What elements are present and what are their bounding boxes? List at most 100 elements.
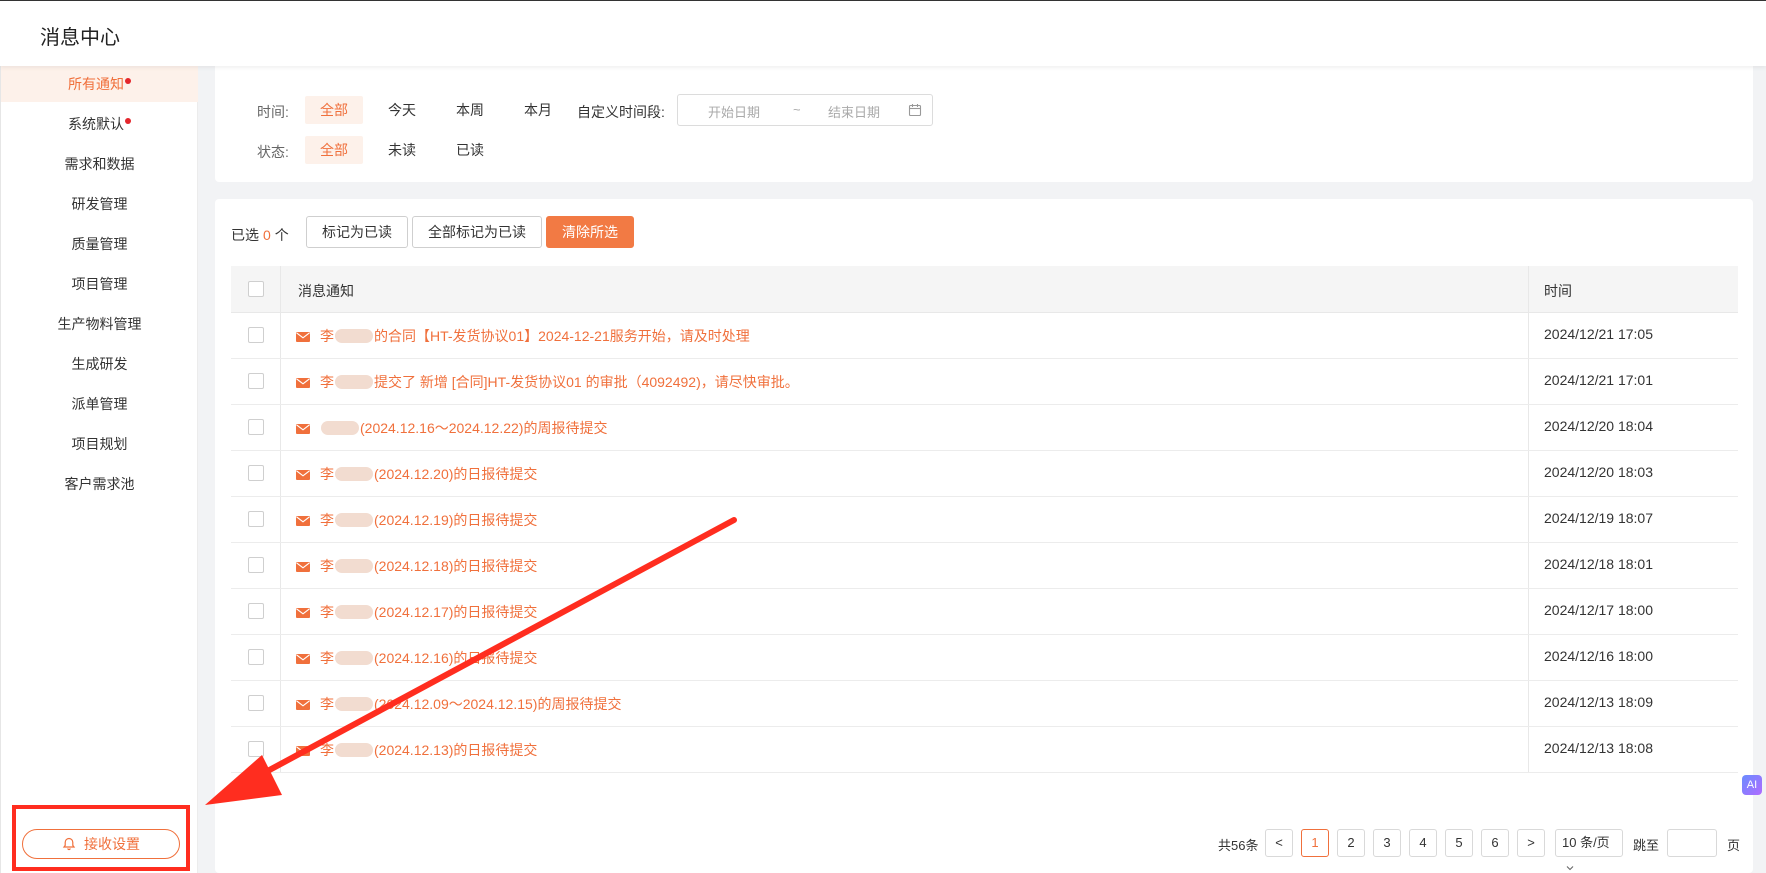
message-link[interactable]: 李 (2024.12.18)的日报待提交	[296, 556, 537, 576]
page-size-select[interactable]: 10 条/页	[1555, 829, 1623, 871]
sidebar-item-customer-demand-pool[interactable]: 客户需求池	[1, 466, 198, 502]
calendar-icon	[908, 104, 922, 117]
column-divider	[280, 589, 281, 634]
column-divider	[280, 727, 281, 772]
unread-dot-icon	[125, 118, 131, 124]
row-checkbox[interactable]	[248, 511, 264, 527]
select-all-checkbox[interactable]	[248, 281, 264, 297]
message-text: (2024.12.09～2024.12.15)的周报待提交	[374, 696, 622, 712]
table-row[interactable]: 李 (2024.12.13)的日报待提交 2024/12/13 18:08	[231, 727, 1738, 773]
status-option-unread[interactable]: 未读	[373, 136, 431, 164]
prev-page-button[interactable]: <	[1265, 829, 1293, 857]
receive-settings-button[interactable]: 接收设置	[22, 829, 180, 859]
sidebar-item-quality-management[interactable]: 质量管理	[1, 226, 198, 262]
row-checkbox[interactable]	[248, 419, 264, 435]
message-link[interactable]: 李 (2024.12.09～2024.12.15)的周报待提交	[296, 694, 621, 714]
message-time: 2024/12/13 18:08	[1544, 740, 1653, 756]
sidebar-item-dispatch-management[interactable]: 派单管理	[1, 386, 198, 422]
clear-selection-button[interactable]: 清除所选	[546, 216, 634, 248]
message-text: 的合同【HT-发货协议01】2024-12-21服务开始，请及时处理	[374, 328, 750, 344]
page-1-button[interactable]: 1	[1301, 829, 1329, 857]
selected-prefix: 已选	[231, 227, 259, 243]
status-option-all[interactable]: 全部	[305, 136, 363, 164]
table-header-row: 消息通知 时间	[231, 266, 1738, 313]
sidebar-item-all-notifications[interactable]: 所有通知	[1, 66, 198, 102]
table-row[interactable]: 李 (2024.12.16)的日报待提交 2024/12/16 18:00	[231, 635, 1738, 681]
table-row[interactable]: 李 (2024.12.19)的日报待提交 2024/12/19 18:07	[231, 497, 1738, 543]
message-link[interactable]: (2024.12.16～2024.12.22)的周报待提交	[296, 418, 607, 438]
redacted-name	[335, 697, 373, 711]
selected-suffix: 个	[274, 227, 289, 243]
next-page-button[interactable]: >	[1517, 829, 1545, 857]
sidebar-item-requirements-data[interactable]: 需求和数据	[1, 146, 198, 182]
column-divider	[1528, 497, 1529, 542]
mail-icon	[296, 654, 310, 664]
row-checkbox[interactable]	[248, 327, 264, 343]
redacted-name	[321, 421, 359, 435]
message-time: 2024/12/13 18:09	[1544, 694, 1653, 710]
page-5-button[interactable]: 5	[1445, 829, 1473, 857]
status-option-read[interactable]: 已读	[441, 136, 499, 164]
redacted-name	[335, 743, 373, 757]
page-size-value: 10 条/页	[1562, 835, 1610, 850]
message-link[interactable]: 李 的合同【HT-发货协议01】2024-12-21服务开始，请及时处理	[296, 326, 750, 346]
table-row[interactable]: 李 的合同【HT-发货协议01】2024-12-21服务开始，请及时处理 2024/…	[231, 313, 1738, 359]
page-4-button[interactable]: 4	[1409, 829, 1437, 857]
page-6-button[interactable]: 6	[1481, 829, 1509, 857]
sidebar-item-material-management[interactable]: 生产物料管理	[1, 306, 198, 342]
mark-read-button[interactable]: 标记为已读	[306, 216, 408, 248]
time-option-month[interactable]: 本月	[509, 96, 567, 124]
table-row[interactable]: 李 (2024.12.18)的日报待提交 2024/12/18 18:01	[231, 543, 1738, 589]
row-checkbox[interactable]	[248, 557, 264, 573]
redacted-name	[335, 375, 373, 389]
unread-dot-icon	[125, 78, 131, 84]
message-text: (2024.12.17)的日报待提交	[374, 604, 538, 620]
mail-icon	[296, 608, 310, 618]
message-sender: 李	[320, 374, 334, 390]
row-checkbox[interactable]	[248, 465, 264, 481]
table-row[interactable]: 李 (2024.12.17)的日报待提交 2024/12/17 18:00	[231, 589, 1738, 635]
message-sender: 李	[320, 742, 334, 758]
message-table: 消息通知 时间 李 的合同【HT-发货协议01】2024-12-21服务开始，请及…	[231, 266, 1738, 773]
jump-page-input[interactable]	[1667, 829, 1717, 857]
sidebar-item-system-default[interactable]: 系统默认	[1, 106, 198, 142]
sidebar-item-rd-management[interactable]: 研发管理	[1, 186, 198, 222]
row-checkbox[interactable]	[248, 741, 264, 757]
time-option-all[interactable]: 全部	[305, 96, 363, 124]
page-3-button[interactable]: 3	[1373, 829, 1401, 857]
time-option-today[interactable]: 今天	[373, 96, 431, 124]
row-checkbox[interactable]	[248, 603, 264, 619]
sidebar-item-project-management[interactable]: 项目管理	[1, 266, 198, 302]
mail-icon	[296, 562, 310, 572]
ai-assistant-icon[interactable]: AI	[1742, 775, 1762, 795]
start-date-input[interactable]: 开始日期	[708, 102, 760, 121]
message-link[interactable]: 李 (2024.12.17)的日报待提交	[296, 602, 537, 622]
page-2-button[interactable]: 2	[1337, 829, 1365, 857]
mark-all-read-button[interactable]: 全部标记为已读	[412, 216, 542, 248]
end-date-input[interactable]: 结束日期	[828, 102, 880, 121]
bell-icon	[62, 837, 76, 851]
table-row[interactable]: 李 (2024.12.20)的日报待提交 2024/12/20 18:03	[231, 451, 1738, 497]
message-text: (2024.12.19)的日报待提交	[374, 512, 538, 528]
time-option-week[interactable]: 本周	[441, 96, 499, 124]
message-link[interactable]: 李 (2024.12.20)的日报待提交	[296, 464, 537, 484]
message-time: 2024/12/16 18:00	[1544, 648, 1653, 664]
sidebar-item-project-planning[interactable]: 项目规划	[1, 426, 198, 462]
message-link[interactable]: 李 (2024.12.16)的日报待提交	[296, 648, 537, 668]
table-row[interactable]: 李 (2024.12.09～2024.12.15)的周报待提交 2024/12/13…	[231, 681, 1738, 727]
message-link[interactable]: 李 (2024.12.13)的日报待提交	[296, 740, 537, 760]
row-checkbox[interactable]	[248, 695, 264, 711]
message-link[interactable]: 李 提交了 新增 [合同]HT-发货协议01 的审批（4092492)，请尽快审批…	[296, 372, 799, 392]
column-divider	[1528, 451, 1529, 496]
table-row[interactable]: (2024.12.16～2024.12.22)的周报待提交 2024/12/20 …	[231, 405, 1738, 451]
annotation-highlight-box: 接收设置	[12, 805, 190, 871]
message-link[interactable]: 李 (2024.12.19)的日报待提交	[296, 510, 537, 530]
selected-count: 0	[263, 227, 271, 243]
table-row[interactable]: 李 提交了 新增 [合同]HT-发货协议01 的审批（4092492)，请尽快审批…	[231, 359, 1738, 405]
sidebar-item-label: 所有通知	[68, 76, 124, 92]
mail-icon	[296, 378, 310, 388]
row-checkbox[interactable]	[248, 373, 264, 389]
row-checkbox[interactable]	[248, 649, 264, 665]
date-range-picker[interactable]: 开始日期 ~ 结束日期	[677, 94, 933, 126]
sidebar-item-generative-rd[interactable]: 生成研发	[1, 346, 198, 382]
